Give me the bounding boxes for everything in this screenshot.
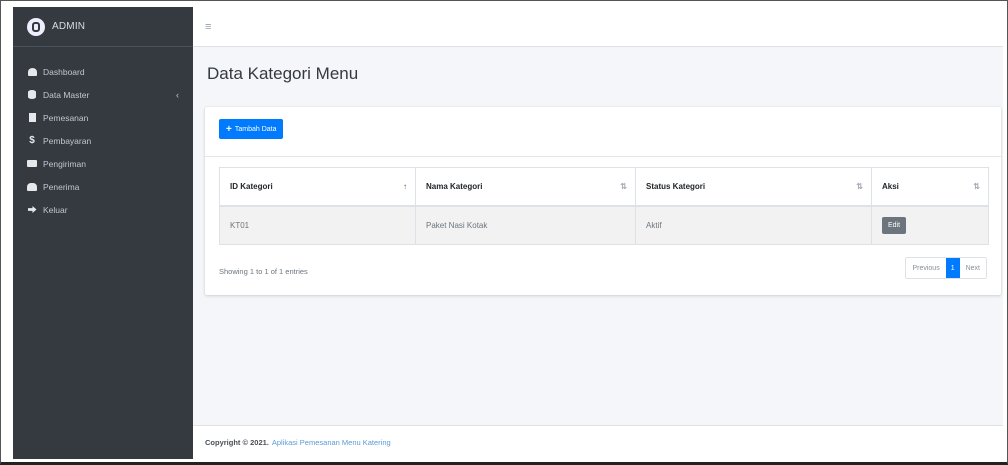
cell-name: Paket Nasi Kotak: [415, 205, 636, 245]
sidebar-item-keluar[interactable]: Keluar: [13, 198, 193, 221]
next-page-button[interactable]: Next: [959, 258, 986, 278]
dashboard-icon: [27, 67, 37, 77]
column-header-label: Aksi: [882, 181, 899, 191]
sidebar-item-penerima[interactable]: Penerima: [13, 175, 193, 198]
column-header-label: Nama Kategori: [426, 181, 483, 191]
previous-page-button[interactable]: Previous: [906, 258, 946, 278]
app-frame: ADMIN Dashboard Data Master ‹ Pemesanan …: [0, 0, 1008, 465]
add-data-button[interactable]: + Tambah Data: [219, 119, 284, 139]
table-info: Showing 1 to 1 of 1 entries: [219, 267, 308, 276]
topbar: ≡: [193, 7, 1003, 47]
sidebar-item-label: Pengiriman: [43, 158, 86, 169]
card-header: + Tambah Data: [205, 107, 1001, 157]
brand-name: ADMIN: [52, 21, 86, 32]
sort-icon: ⇅: [856, 182, 863, 191]
footer-app-link[interactable]: Aplikasi Pemesanan Menu Katering: [272, 438, 391, 447]
plus-icon: +: [226, 123, 232, 135]
sort-icon: ⇅: [973, 182, 980, 191]
column-header-id[interactable]: ID Kategori ↑: [219, 167, 416, 207]
hamburger-menu-icon[interactable]: ≡: [205, 21, 211, 33]
sign-out-icon: [27, 205, 37, 215]
category-table: ID Kategori ↑ Nama Kategori ⇅ Status Kat…: [219, 167, 989, 245]
copyright-text: Copyright © 2021.: [205, 438, 269, 447]
truck-icon: [27, 159, 37, 169]
cell-id: KT01: [219, 205, 416, 245]
edit-button[interactable]: Edit: [882, 216, 907, 234]
dollar-icon: $: [29, 135, 35, 146]
document-icon: [27, 113, 37, 123]
data-card: + Tambah Data ID Kategori ↑ Nama Kategor…: [205, 107, 1001, 295]
sidebar-item-label: Penerima: [43, 181, 80, 192]
sidebar-item-label: Pemesanan: [43, 112, 89, 123]
chevron-left-icon: ‹: [176, 89, 179, 100]
column-header-label: ID Kategori: [230, 181, 273, 191]
sort-asc-icon: ↑: [403, 182, 407, 191]
footer: Copyright © 2021. Aplikasi Pemesanan Men…: [193, 425, 1003, 459]
column-header-status[interactable]: Status Kategori ⇅: [635, 167, 872, 207]
table-row: KT01 Paket Nasi Kotak Aktif Edit: [219, 205, 989, 245]
sidebar-item-pembayaran[interactable]: $ Pembayaran: [13, 129, 193, 152]
column-header-name[interactable]: Nama Kategori ⇅: [415, 167, 636, 207]
sidebar-item-data-master[interactable]: Data Master ‹: [13, 83, 193, 106]
sidebar-item-pemesanan[interactable]: Pemesanan: [13, 106, 193, 129]
sort-icon: ⇅: [620, 182, 627, 191]
sidebar-item-pengiriman[interactable]: Pengiriman: [13, 152, 193, 175]
brand[interactable]: ADMIN: [13, 7, 193, 47]
sidebar-nav: Dashboard Data Master ‹ Pemesanan $ Pemb…: [13, 47, 193, 221]
add-data-label: Tambah Data: [234, 125, 277, 133]
users-icon: [27, 182, 37, 192]
column-header-action[interactable]: Aksi ⇅: [871, 167, 989, 207]
sidebar-item-label: Pembayaran: [43, 135, 92, 146]
database-icon: [27, 90, 37, 100]
pagination: Previous 1 Next: [905, 257, 987, 279]
brand-logo-icon: [27, 17, 45, 36]
main-content: ≡ Data Kategori Menu + Tambah Data ID Ka…: [193, 7, 1003, 459]
table-header-row: ID Kategori ↑ Nama Kategori ⇅ Status Kat…: [219, 167, 989, 207]
sidebar-item-label: Keluar: [43, 204, 68, 215]
page-title: Data Kategori Menu: [207, 64, 359, 83]
sidebar-item-label: Data Master: [43, 89, 90, 100]
page-1-button[interactable]: 1: [945, 258, 960, 278]
sidebar-item-label: Dashboard: [43, 66, 85, 77]
cell-action: Edit: [871, 205, 989, 245]
column-header-label: Status Kategori: [646, 181, 706, 191]
cell-status: Aktif: [635, 205, 872, 245]
sidebar-item-dashboard[interactable]: Dashboard: [13, 60, 193, 83]
sidebar: ADMIN Dashboard Data Master ‹ Pemesanan …: [13, 7, 193, 459]
